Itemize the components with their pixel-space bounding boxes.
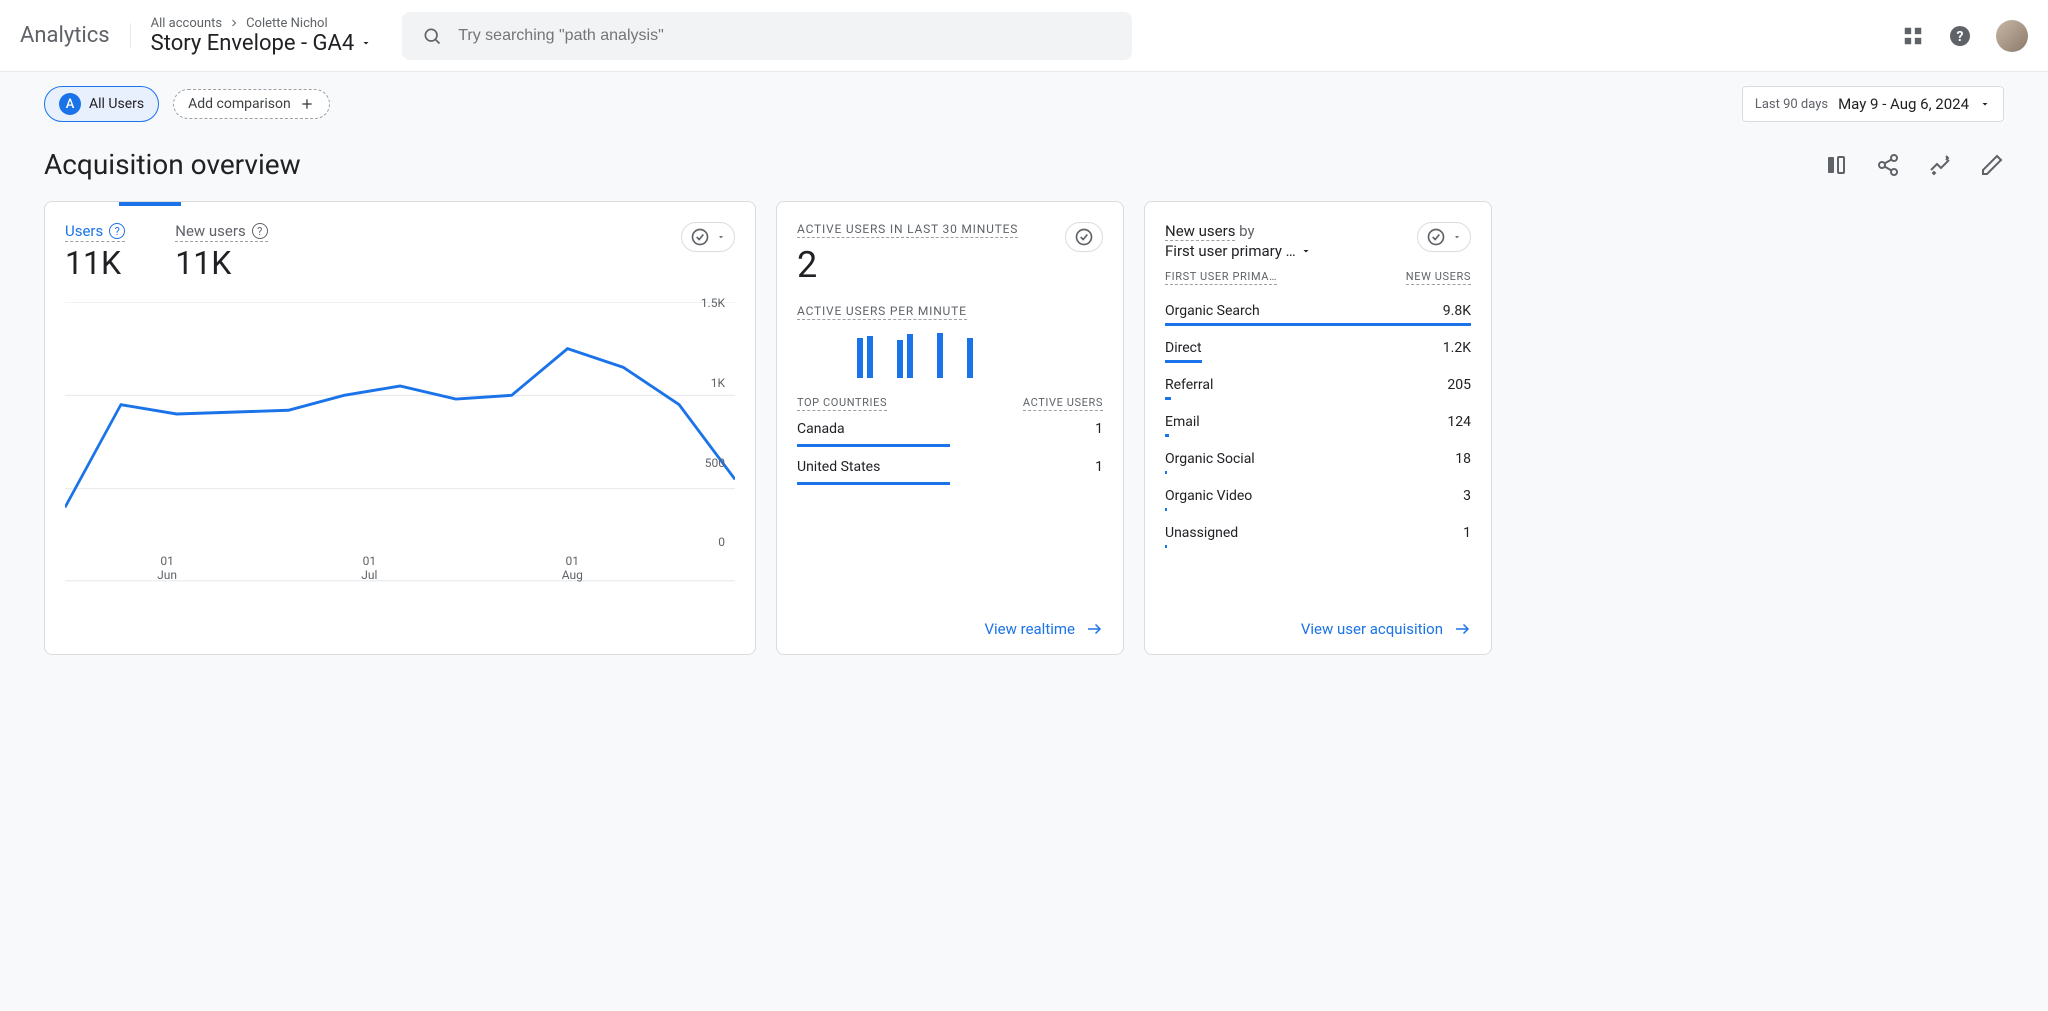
users-card: Users ? 11K New users ? 11K 1.5 (44, 201, 756, 655)
users-chart: 1.5K 1K 500 0 01Jun 01Jul 01Aug (65, 302, 735, 582)
active-tab-indicator (119, 202, 181, 206)
card-menu[interactable] (681, 222, 735, 252)
channel-row: Organic Search9.8K (1165, 295, 1471, 332)
channels-card: New users by First user primary … FIRST … (1144, 201, 1492, 655)
add-comparison-button[interactable]: Add comparison (173, 89, 330, 119)
check-circle-icon (1426, 227, 1446, 247)
col-metric: NEW USERS (1406, 270, 1471, 285)
per-minute-bars (797, 328, 1103, 378)
chip-badge: A (59, 93, 81, 115)
users-metric[interactable]: Users ? 11K (65, 222, 125, 282)
minute-bar (867, 336, 873, 378)
card-menu[interactable] (1417, 222, 1471, 252)
channels-table-body: Organic Search9.8KDirect1.2KReferral205E… (1165, 295, 1471, 554)
cards-row: Users ? 11K New users ? 11K 1.5 (0, 201, 2048, 685)
x-tick: 01Jun (157, 554, 177, 582)
y-tick: 1K (711, 376, 725, 390)
country-row: United States1 (797, 449, 1103, 485)
app-header: Analytics All accounts Colette Nichol St… (0, 0, 2048, 72)
countries-table-body: Canada1United States1 (797, 411, 1103, 485)
caret-down-icon (716, 232, 726, 242)
minute-bar (967, 338, 973, 378)
all-users-chip[interactable]: A All Users (44, 86, 159, 122)
page-header: Acquisition overview (0, 136, 2048, 201)
add-comparison-label: Add comparison (188, 96, 291, 112)
breadcrumb-root[interactable]: All accounts (151, 16, 222, 31)
channel-row: Referral205 (1165, 369, 1471, 406)
realtime-card: ACTIVE USERS IN LAST 30 MINUTES 2 ACTIVE… (776, 201, 1124, 655)
x-tick: 01Aug (562, 554, 583, 582)
minute-bar (937, 333, 943, 378)
svg-text:?: ? (1957, 29, 1964, 45)
date-range-label: Last 90 days (1755, 97, 1828, 112)
apps-icon[interactable] (1902, 25, 1924, 47)
insights-icon[interactable] (1928, 153, 1952, 177)
caret-down-icon (1300, 245, 1312, 257)
chip-label: All Users (89, 96, 144, 112)
channel-row: Direct1.2K (1165, 332, 1471, 369)
check-circle-icon (690, 227, 710, 247)
col-dimension: FIRST USER PRIMA… (1165, 270, 1277, 285)
channel-row: Email124 (1165, 406, 1471, 443)
breadcrumb-account[interactable]: Colette Nichol (246, 16, 328, 31)
y-tick: 1.5K (701, 296, 725, 310)
col-active-users: ACTIVE USERS (1023, 396, 1103, 411)
property-name[interactable]: Story Envelope - GA4 (151, 31, 373, 56)
metrics-row: Users ? 11K New users ? 11K (65, 222, 735, 282)
x-tick: 01Jul (361, 554, 377, 582)
share-icon[interactable] (1876, 153, 1900, 177)
edit-icon[interactable] (1980, 153, 2004, 177)
search-icon (422, 26, 442, 46)
channels-table-header: FIRST USER PRIMA… NEW USERS (1165, 270, 1471, 285)
analytics-logo: Analytics (20, 23, 131, 48)
new-users-metric[interactable]: New users ? 11K (175, 222, 267, 282)
view-acquisition-link[interactable]: View user acquisition (1301, 620, 1471, 638)
countries-table-header: TOP COUNTRIES ACTIVE USERS (797, 396, 1103, 411)
compare-icon[interactable] (1824, 153, 1848, 177)
realtime-title: ACTIVE USERS IN LAST 30 MINUTES (797, 222, 1018, 238)
page-title: Acquisition overview (44, 148, 301, 181)
minute-bar (897, 340, 903, 378)
users-label: Users ? (65, 222, 125, 242)
help-icon[interactable]: ? (1948, 24, 1972, 48)
x-axis: 01Jun 01Jul 01Aug (65, 554, 675, 582)
date-range-value: May 9 - Aug 6, 2024 (1838, 95, 1969, 113)
minute-bar (857, 338, 863, 378)
chevron-right-icon (228, 17, 240, 29)
y-tick: 500 (705, 456, 725, 470)
col-countries: TOP COUNTRIES (797, 396, 887, 411)
arrow-right-icon (1453, 620, 1471, 638)
caret-down-icon (1979, 98, 1991, 110)
channel-row: Organic Video3 (1165, 480, 1471, 517)
help-icon[interactable]: ? (252, 223, 268, 239)
realtime-value: 2 (797, 244, 1103, 286)
plus-icon (299, 96, 315, 112)
caret-down-icon (1452, 232, 1462, 242)
new-users-label: New users ? (175, 222, 267, 242)
search-input[interactable] (458, 27, 1112, 45)
breadcrumb: All accounts Colette Nichol (151, 16, 373, 31)
user-avatar[interactable] (1996, 20, 2028, 52)
date-range-picker[interactable]: Last 90 days May 9 - Aug 6, 2024 (1742, 86, 2004, 122)
minute-bar (907, 334, 913, 378)
view-realtime-link[interactable]: View realtime (984, 620, 1103, 638)
country-row: Canada1 (797, 411, 1103, 447)
property-name-text: Story Envelope - GA4 (151, 31, 355, 56)
page-actions (1824, 153, 2004, 177)
property-selector[interactable]: All accounts Colette Nichol Story Envelo… (151, 16, 373, 56)
channel-row: Unassigned1 (1165, 517, 1471, 554)
comparison-toolbar: A All Users Add comparison Last 90 days … (0, 72, 2048, 136)
arrow-right-icon (1085, 620, 1103, 638)
header-actions: ? (1902, 20, 2028, 52)
new-users-value: 11K (175, 244, 267, 282)
help-icon[interactable]: ? (109, 223, 125, 239)
users-value: 11K (65, 244, 125, 282)
search-bar[interactable] (402, 12, 1132, 60)
caret-down-icon (360, 37, 372, 49)
check-circle-icon (1074, 227, 1094, 247)
channel-row: Organic Social18 (1165, 443, 1471, 480)
card-menu[interactable] (1065, 222, 1103, 252)
y-tick: 0 (718, 535, 725, 549)
per-minute-label: ACTIVE USERS PER MINUTE (797, 304, 967, 320)
